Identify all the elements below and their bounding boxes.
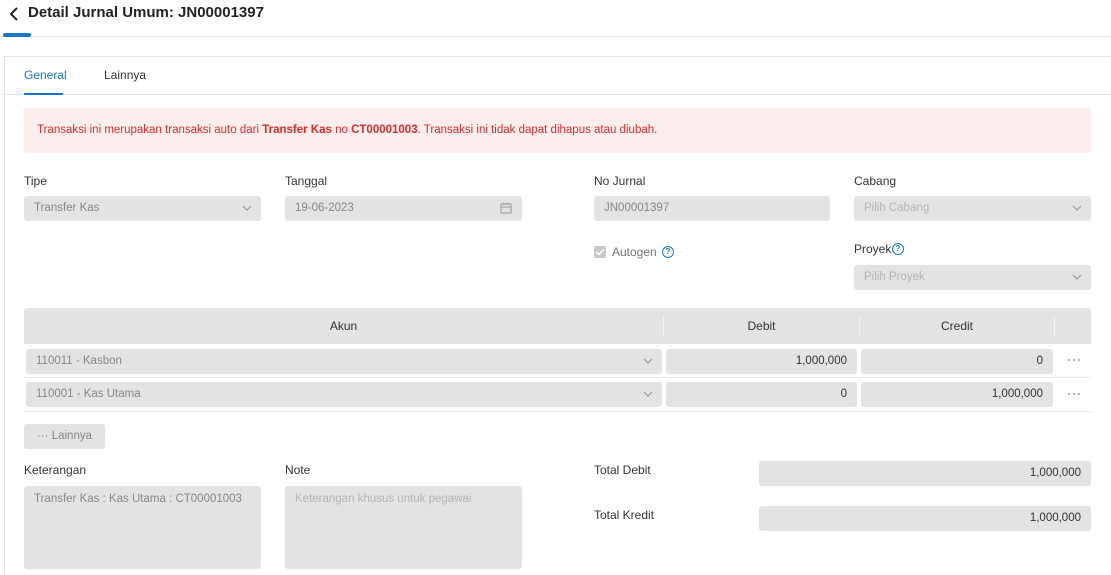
tipe-value: Transfer Kas [34, 202, 100, 214]
calendar-icon [500, 202, 512, 214]
autogen-label: Autogen [612, 245, 657, 259]
alert-mid: no [331, 124, 352, 136]
row-divider [24, 411, 1091, 412]
tanggal-datepicker[interactable]: 19-06-2023 [285, 196, 522, 221]
chevron-down-icon [1072, 205, 1082, 211]
check-icon [595, 248, 605, 256]
keterangan-label: Keterangan [24, 463, 87, 477]
header-credit: Credit [940, 319, 973, 333]
no-jurnal-input[interactable]: JN00001397 [594, 196, 830, 221]
chevron-down-icon [643, 358, 653, 364]
top-bar: Detail Jurnal Umum: JN00001397 [0, 0, 1111, 37]
active-tab-indicator [24, 93, 63, 95]
lainnya-button[interactable]: ··· Lainnya [24, 424, 105, 449]
top-indicator [3, 33, 31, 37]
autogen-help-icon[interactable]: ? [662, 246, 674, 258]
row-1-akun: 110011 - Kasbon [36, 355, 122, 367]
total-kredit-label: Total Kredit [594, 508, 655, 522]
row-2-debit-input[interactable]: 0 [666, 382, 857, 407]
cabang-placeholder: Pilih Cabang [864, 202, 930, 214]
header-debit: Debit [747, 319, 776, 333]
row-1-debit: 1,000,000 [795, 355, 847, 367]
note-label: Note [285, 463, 311, 477]
header-akun: Akun [329, 319, 358, 333]
tanggal-value: 19-06-2023 [295, 202, 354, 214]
tab-lainnya[interactable]: Lainnya [104, 68, 146, 82]
total-kredit-field: 1,000,000 [759, 506, 1091, 531]
row-1-credit-input[interactable]: 0 [861, 349, 1053, 374]
total-debit-field: 1,000,000 [759, 461, 1091, 486]
row-2-akun-select[interactable]: 110001 - Kas Utama [26, 382, 662, 407]
more-horizontal-icon[interactable] [1066, 358, 1082, 362]
alert-suffix: . Transaksi ini tidak dapat dihapus atau… [417, 124, 658, 136]
row-2-credit-input[interactable]: 1,000,000 [861, 382, 1053, 407]
proyek-help-icon[interactable]: ? [892, 243, 904, 255]
tipe-label: Tipe [24, 174, 47, 188]
total-debit-value: 1,000,000 [1029, 467, 1081, 479]
alert-number: CT00001003 [351, 124, 418, 136]
row-1-debit-input[interactable]: 1,000,000 [666, 349, 857, 374]
lainnya-button-label: Lainnya [51, 430, 92, 442]
chevron-down-icon [643, 391, 653, 397]
proyek-placeholder: Pilih Proyek [864, 271, 925, 283]
row-2-credit: 1,000,000 [991, 388, 1043, 400]
readonly-alert: Transaksi ini merupakan transaksi auto d… [24, 108, 1091, 153]
proyek-select[interactable]: Pilih Proyek [854, 265, 1091, 290]
no-jurnal-label: No Jurnal [594, 174, 646, 188]
row-divider [24, 377, 1091, 378]
journal-table-header: Akun Debit Credit [24, 308, 1091, 344]
tanggal-label: Tanggal [285, 174, 328, 188]
note-textarea[interactable]: Keterangan khusus untuk pegawai [285, 486, 522, 569]
back-chevron-icon[interactable] [7, 6, 21, 22]
alert-source: Transfer Kas [262, 124, 332, 136]
proyek-label: Proyek [854, 242, 892, 256]
tab-bar: General Lainnya [5, 57, 1111, 95]
header-divider [1054, 316, 1055, 336]
row-2-debit: 0 [840, 388, 847, 400]
row-1-akun-select[interactable]: 110011 - Kasbon [26, 349, 662, 374]
more-horizontal-icon[interactable] [1066, 392, 1082, 396]
cabang-label: Cabang [854, 174, 897, 188]
alert-prefix: Transaksi ini merupakan transaksi auto d… [37, 124, 263, 136]
more-horizontal-icon: ··· [37, 430, 49, 442]
cabang-select[interactable]: Pilih Cabang [854, 196, 1091, 221]
keterangan-value: Transfer Kas : Kas Utama : CT00001003 [34, 493, 242, 505]
row-2-akun: 110001 - Kas Utama [36, 388, 141, 400]
note-placeholder: Keterangan khusus untuk pegawai [295, 493, 472, 505]
autogen-checkbox[interactable] [594, 246, 606, 258]
tipe-select[interactable]: Transfer Kas [24, 196, 261, 221]
total-debit-label: Total Debit [594, 463, 651, 477]
chevron-down-icon [1072, 274, 1082, 280]
no-jurnal-value: JN00001397 [604, 202, 670, 214]
tab-general[interactable]: General [24, 68, 67, 82]
keterangan-textarea[interactable]: Transfer Kas : Kas Utama : CT00001003 [24, 486, 261, 569]
chevron-down-icon [242, 205, 252, 211]
total-kredit-value: 1,000,000 [1029, 512, 1081, 524]
row-1-credit: 0 [1036, 355, 1043, 367]
page-title: Detail Jurnal Umum: JN00001397 [28, 4, 264, 21]
